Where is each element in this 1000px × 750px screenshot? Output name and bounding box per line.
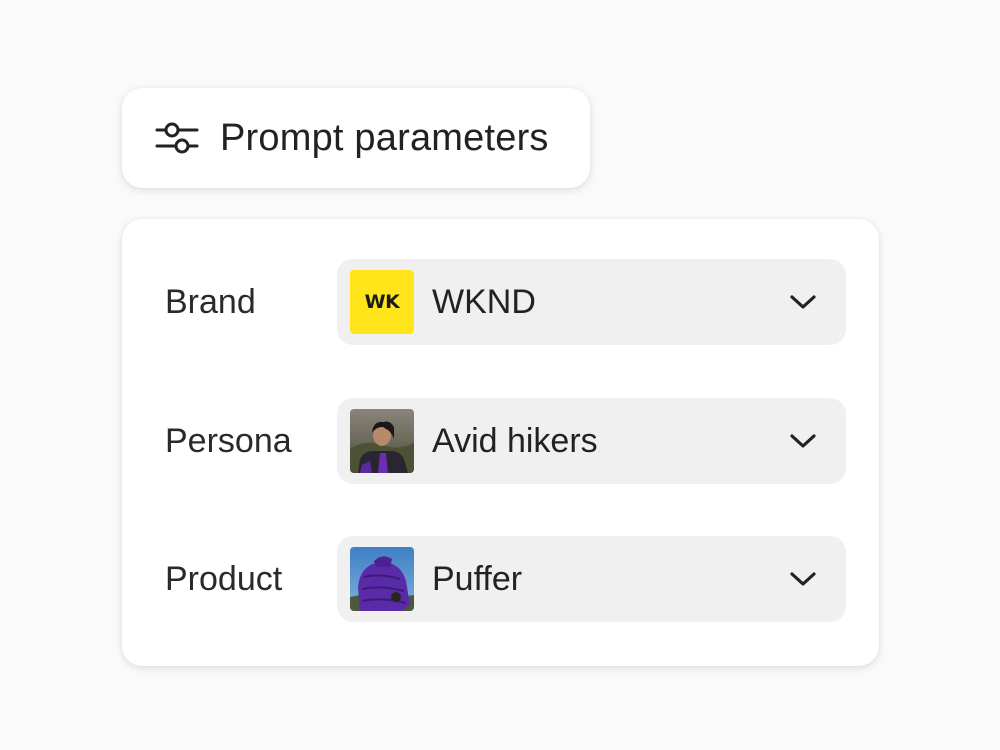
product-value: Puffer bbox=[432, 559, 523, 598]
prompt-parameters-header[interactable]: Prompt parameters bbox=[122, 88, 590, 188]
brand-value: WKND bbox=[432, 282, 536, 321]
chevron-down-icon[interactable] bbox=[788, 292, 818, 312]
persona-row: Persona Avid hikers bbox=[122, 398, 879, 484]
persona-value: Avid hikers bbox=[432, 421, 598, 460]
brand-logo: WK bbox=[350, 270, 414, 334]
chevron-down-icon[interactable] bbox=[788, 431, 818, 451]
chevron-down-icon[interactable] bbox=[788, 569, 818, 589]
product-row: Product Puffer bbox=[122, 536, 879, 622]
brand-picker[interactable]: WK WKND bbox=[337, 259, 846, 345]
product-label: Product bbox=[165, 559, 283, 598]
product-thumbnail bbox=[350, 547, 414, 611]
page-title: Prompt parameters bbox=[220, 116, 549, 159]
product-picker[interactable]: Puffer bbox=[337, 536, 846, 622]
brand-label: Brand bbox=[165, 282, 256, 321]
persona-thumbnail bbox=[350, 409, 414, 473]
sliders-icon bbox=[154, 120, 200, 156]
parameters-panel: Brand WK WKND Persona Avid hikers Produc… bbox=[122, 219, 879, 666]
persona-picker[interactable]: Avid hikers bbox=[337, 398, 846, 484]
persona-label: Persona bbox=[165, 421, 292, 460]
brand-row: Brand WK WKND bbox=[122, 259, 879, 345]
